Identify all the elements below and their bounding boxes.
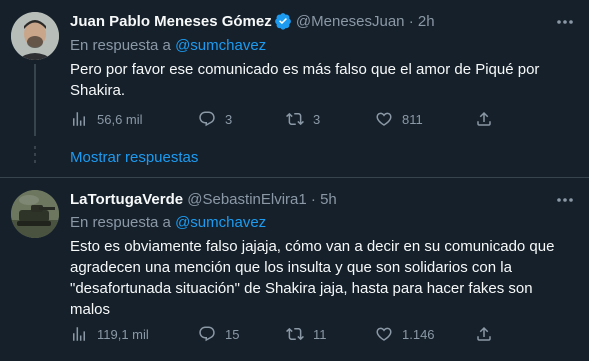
separator: ·: [310, 191, 316, 208]
reply-icon: [199, 111, 215, 127]
thread-line: [34, 64, 36, 136]
like-icon: [376, 112, 392, 126]
like-count: 811: [402, 111, 423, 127]
reply-mention-link[interactable]: @sumchavez: [175, 214, 266, 231]
reply-prefix: En respuesta a: [70, 37, 171, 54]
reply-count: 3: [225, 111, 233, 127]
reply-button[interactable]: 3: [198, 107, 232, 131]
tweet[interactable]: LaTortugaVerde @SebastinElvira1 · 5h En …: [0, 178, 589, 361]
timestamp[interactable]: 5h: [320, 191, 337, 208]
reply-context: En respuesta a @sumchavez: [70, 213, 266, 233]
share-icon: [477, 111, 491, 126]
retweet-icon: [286, 327, 304, 341]
like-icon: [376, 327, 392, 341]
display-name[interactable]: LaTortugaVerde: [70, 191, 183, 208]
share-button[interactable]: [475, 107, 502, 131]
timestamp[interactable]: 2h: [418, 13, 435, 30]
tweet-actions: 119,1 mil 15 11 1.146: [70, 322, 510, 346]
reply-icon: [199, 326, 215, 342]
reply-context: En respuesta a @sumchavez: [70, 36, 266, 56]
retweet-count: 3: [313, 111, 321, 127]
display-name[interactable]: Juan Pablo Meneses Gómez: [70, 13, 272, 30]
thread-ellipsis: [33, 146, 37, 168]
retweet-icon: [286, 112, 304, 126]
tweet-text: Pero por favor ese comunicado es más fal…: [70, 61, 540, 99]
views-icon: [73, 112, 85, 126]
reply-button[interactable]: 15: [198, 322, 239, 346]
avatar[interactable]: [11, 190, 59, 238]
verified-badge-icon: [274, 12, 292, 36]
views-icon: [73, 327, 85, 341]
retweet-button[interactable]: 3: [286, 107, 320, 131]
like-button[interactable]: 811: [375, 107, 423, 131]
retweet-button[interactable]: 11: [286, 322, 327, 346]
avatar[interactable]: [11, 12, 59, 60]
tweet-text: Esto es obviamente falso jajaja, cómo va…: [70, 238, 555, 318]
retweet-count: 11: [313, 326, 327, 342]
like-count: 1.146: [402, 326, 435, 342]
views-count: 119,1 mil: [97, 326, 149, 342]
show-replies-link[interactable]: Mostrar respuestas: [70, 148, 198, 168]
tweet[interactable]: Juan Pablo Meneses Gómez @MenesesJuan · …: [0, 0, 589, 177]
more-icon[interactable]: [553, 190, 577, 210]
handle[interactable]: @SebastinElvira1: [187, 191, 306, 208]
views-count: 56,6 mil: [97, 111, 143, 127]
reply-count: 15: [225, 326, 240, 342]
views-button[interactable]: 119,1 mil: [70, 322, 149, 346]
views-button[interactable]: 56,6 mil: [70, 107, 143, 131]
separator: ·: [408, 13, 414, 30]
reply-prefix: En respuesta a: [70, 214, 171, 231]
like-button[interactable]: 1.146: [375, 322, 435, 346]
tweet-header: Juan Pablo Meneses Gómez @MenesesJuan · …: [70, 12, 435, 36]
tweet-actions: 56,6 mil 3 3 811: [70, 107, 510, 131]
handle[interactable]: @MenesesJuan: [296, 13, 405, 30]
share-icon: [477, 326, 491, 341]
reply-mention-link[interactable]: @sumchavez: [175, 37, 266, 54]
more-icon[interactable]: [553, 12, 577, 32]
tweet-header: LaTortugaVerde @SebastinElvira1 · 5h: [70, 190, 337, 210]
share-button[interactable]: [475, 322, 502, 346]
